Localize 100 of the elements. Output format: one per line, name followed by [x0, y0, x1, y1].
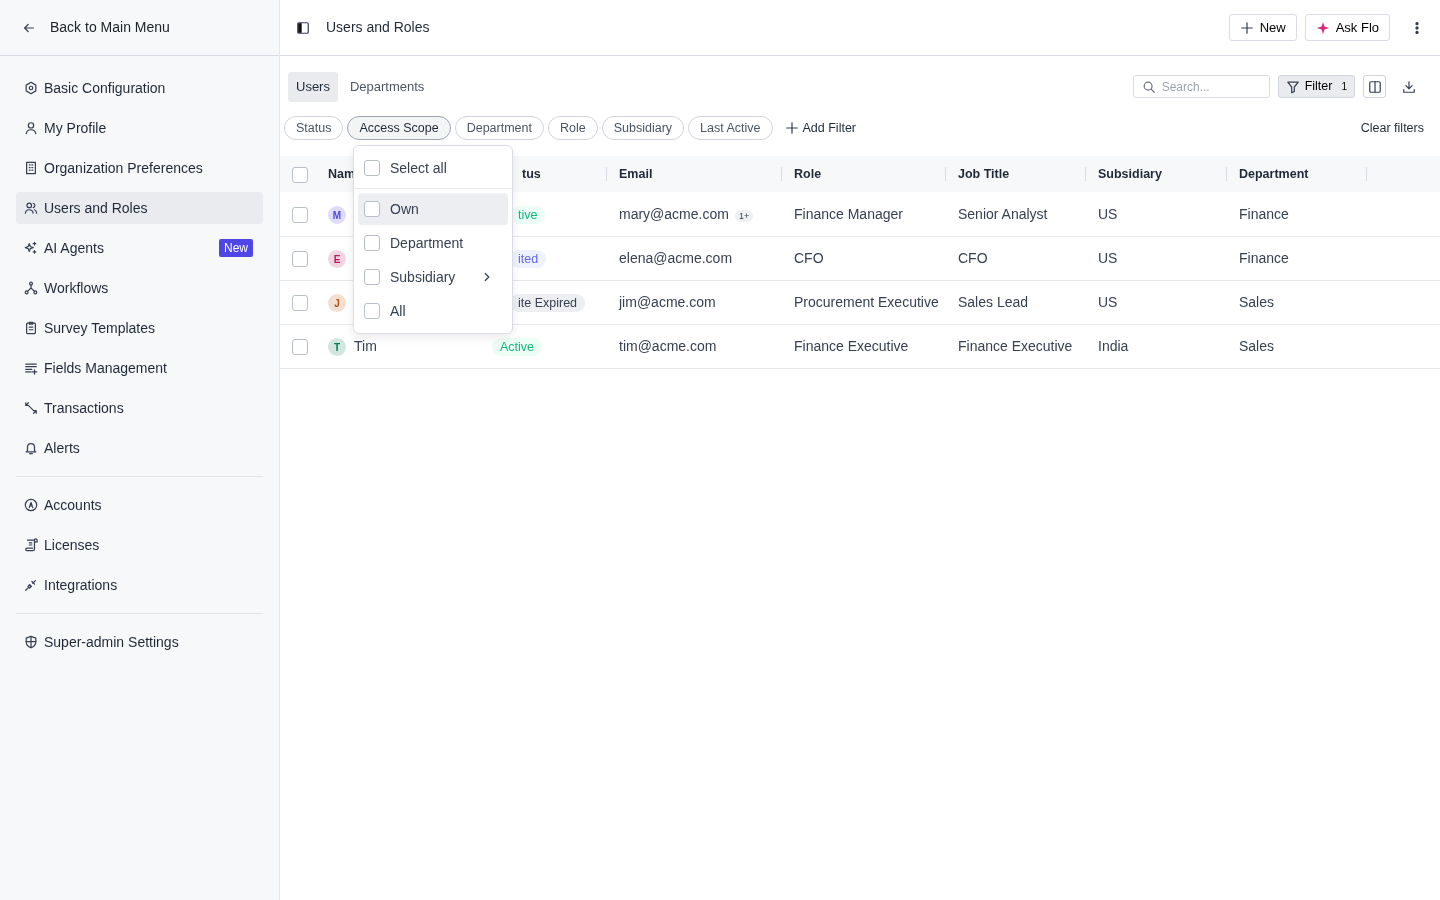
table-cell-text: Finance Manager [794, 205, 903, 222]
filter-chip[interactable]: Last Active [688, 115, 773, 141]
checkbox[interactable] [364, 269, 380, 285]
sidebar-item[interactable]: Workflows [16, 272, 263, 304]
sparkle-icon [24, 241, 38, 255]
workflow-icon [24, 281, 38, 295]
columns-icon [1367, 79, 1382, 94]
menu-item[interactable]: All [358, 295, 508, 327]
sidebar-item[interactable]: Integrations [16, 569, 263, 601]
panel-toggle-icon [296, 20, 310, 35]
table-cell-text: Finance Executive [794, 337, 909, 354]
column-header: Email [619, 166, 653, 181]
table-cell-text: Finance Executive [958, 337, 1073, 354]
column-header: Subsidiary [1098, 166, 1162, 181]
sidebar-item[interactable]: Transactions [16, 392, 263, 424]
table-cell-text: Procurement Executive [794, 293, 939, 310]
table-cell-text: India [1098, 337, 1129, 354]
checkbox[interactable] [292, 251, 308, 268]
clear-filters-button[interactable]: Clear filters [1360, 118, 1424, 138]
bell-icon [24, 441, 38, 455]
tab[interactable]: Departments [341, 72, 433, 102]
hexagon-icon [24, 81, 38, 95]
page-title: Users and Roles [326, 18, 430, 37]
column-header: Department [1239, 166, 1309, 181]
checkbox[interactable] [292, 295, 308, 312]
sidebar-item[interactable]: Organization Preferences [16, 152, 263, 184]
menu-item[interactable]: Select all [358, 152, 508, 184]
sidebar-item[interactable]: AI Agents New [16, 232, 263, 264]
sidebar-item[interactable]: Basic Configuration [16, 72, 263, 104]
search-icon [1141, 79, 1156, 94]
email-text: mary@acme.com [619, 205, 729, 222]
table-cell-text: US [1098, 293, 1118, 310]
sidebar-item[interactable]: Fields Management [16, 352, 263, 384]
checkbox[interactable] [364, 235, 380, 251]
sidebar-item[interactable]: Users and Roles [16, 192, 263, 224]
new-button[interactable]: New [1228, 13, 1297, 42]
status-badge: Active [492, 337, 543, 356]
table-cell-text: CFO [794, 249, 824, 266]
checkbox[interactable] [364, 160, 380, 176]
user-name: Tim [354, 337, 377, 354]
menu-item[interactable]: Own [358, 193, 508, 225]
column-header: Role [794, 166, 822, 181]
shield-icon [24, 635, 38, 649]
filter-chip[interactable]: Status [284, 115, 344, 141]
plus-icon [1239, 20, 1254, 35]
avatar: M [328, 206, 346, 224]
ask-button[interactable]: Ask Flo [1304, 13, 1390, 42]
table-cell-text: CFO [958, 249, 988, 266]
filter-chip[interactable]: Subsidiary [601, 115, 685, 141]
menu-item[interactable]: Department [358, 227, 508, 259]
users-icon [24, 201, 38, 215]
avatar: T [328, 338, 346, 357]
table-cell-text: US [1098, 249, 1118, 266]
checkbox[interactable] [364, 201, 380, 217]
table-cell-text: Sales Lead [958, 293, 1029, 310]
menu-item[interactable]: Subsidiary [358, 261, 508, 293]
filter-chip[interactable]: Access Scope [347, 115, 451, 141]
filter-icon [1285, 79, 1300, 94]
sidebar-item[interactable]: Accounts [16, 489, 263, 521]
arrows-icon [24, 401, 38, 415]
checkbox[interactable] [292, 166, 308, 183]
filter-chip[interactable]: Department [454, 115, 544, 141]
add-filter-button[interactable]: Add Filter [784, 118, 856, 138]
download-icon[interactable] [1402, 79, 1416, 94]
building-icon [24, 161, 38, 175]
filter-button[interactable]: Filter 1 [1277, 75, 1355, 99]
email-text: tim@acme.com [619, 337, 717, 354]
list-icon [24, 361, 38, 375]
tab[interactable]: Users [288, 72, 338, 102]
table-cell-text: Finance [1239, 249, 1289, 266]
search-field[interactable]: Search... [1132, 75, 1270, 99]
columns-button[interactable] [1363, 75, 1386, 99]
sidebar-item[interactable]: Survey Templates [16, 312, 263, 344]
avatar: J [328, 294, 346, 313]
avatar: E [328, 250, 346, 269]
new-badge: New [219, 239, 253, 257]
scroll-icon [24, 538, 38, 552]
user-icon [24, 121, 38, 135]
table-cell-text: Sales [1239, 293, 1275, 310]
checkbox[interactable] [292, 339, 308, 356]
back-link[interactable]: Back to Main Menu [0, 0, 279, 56]
email-text: jim@acme.com [619, 293, 716, 310]
count-badge: 1+ [734, 209, 754, 222]
sidebar-item[interactable]: My Profile [16, 112, 263, 144]
checkbox[interactable] [292, 206, 308, 223]
sidebar-item[interactable]: Super-admin Settings [16, 626, 263, 658]
email-text: elena@acme.com [619, 249, 733, 266]
table-cell-text: Senior Analyst [958, 205, 1048, 222]
filter-chip[interactable]: Role [547, 115, 598, 141]
status-badge: ite Expired [510, 293, 586, 312]
sidebar-item[interactable]: Licenses [16, 529, 263, 561]
plug-icon [24, 578, 38, 592]
checkbox[interactable] [364, 303, 380, 319]
table-cell-text: US [1098, 205, 1118, 222]
table-cell-text: Sales [1239, 337, 1275, 354]
column-header: tus [522, 166, 541, 181]
table-cell-text: Finance [1239, 205, 1289, 222]
sidebar-item[interactable]: Alerts [16, 432, 263, 464]
circle-letter-icon [24, 498, 38, 512]
plus-icon [784, 120, 799, 135]
